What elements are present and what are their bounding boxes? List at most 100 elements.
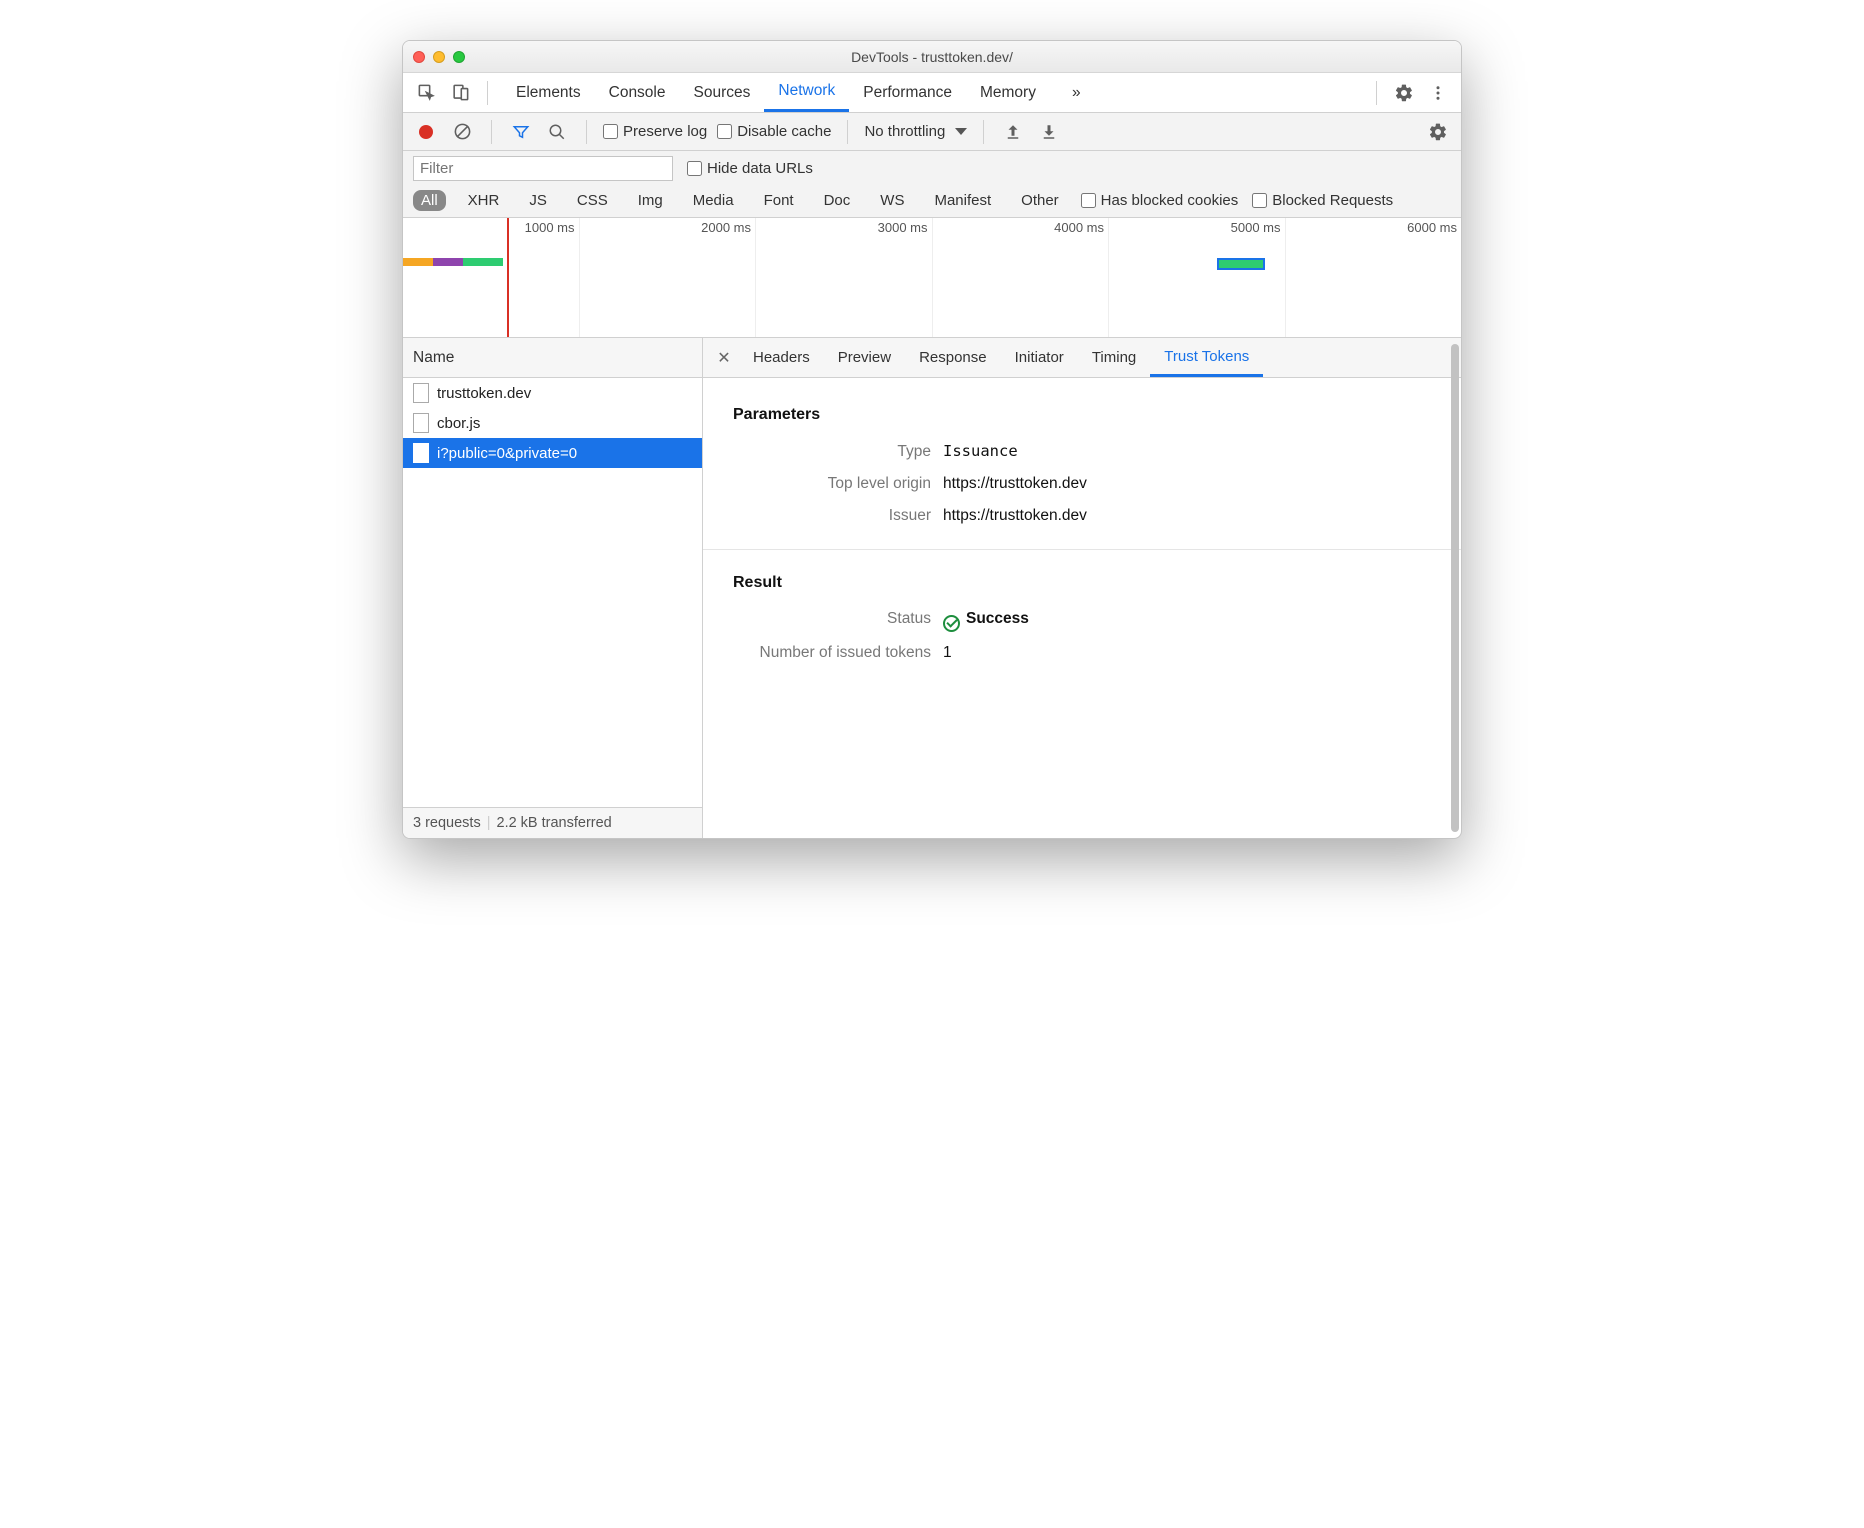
detail-tab-strip: ✕ HeadersPreviewResponseInitiatorTimingT… xyxy=(703,338,1461,378)
request-list: Name trusttoken.dev cbor.js i?public=0&pri… xyxy=(403,338,703,838)
timeline-bar xyxy=(433,258,463,266)
param-value: Issuance xyxy=(943,442,1018,460)
param-value: https://trusttoken.dev xyxy=(943,507,1087,525)
main-tab-memory[interactable]: Memory xyxy=(966,73,1050,112)
filter-pill-ws[interactable]: WS xyxy=(872,190,912,211)
main-tab-elements[interactable]: Elements xyxy=(502,73,595,112)
param-label: Type xyxy=(733,443,943,461)
main-tab-strip: ElementsConsoleSourcesNetworkPerformance… xyxy=(403,73,1461,113)
result-row-status: Status Success xyxy=(733,610,1431,630)
timeline-tick-label: 1000 ms xyxy=(525,220,575,235)
transferred-size: 2.2 kB transferred xyxy=(497,815,612,831)
separator xyxy=(847,120,848,144)
param-label: Top level origin xyxy=(733,475,943,493)
param-label: Issuer xyxy=(733,507,943,525)
preserve-log-checkbox[interactable]: Preserve log xyxy=(603,123,707,140)
request-list-header[interactable]: Name xyxy=(403,338,702,378)
has-blocked-cookies-checkbox[interactable]: Has blocked cookies xyxy=(1081,192,1239,209)
detail-panel: ✕ HeadersPreviewResponseInitiatorTimingT… xyxy=(703,338,1461,838)
filter-pill-xhr[interactable]: XHR xyxy=(460,190,508,211)
requests-count: 3 requests xyxy=(413,815,481,831)
request-name: cbor.js xyxy=(437,415,480,432)
filter-pill-img[interactable]: Img xyxy=(630,190,671,211)
timeline-tick-label: 2000 ms xyxy=(701,220,751,235)
more-tabs-button[interactable]: » xyxy=(1058,73,1095,112)
detail-tab-timing[interactable]: Timing xyxy=(1078,338,1150,377)
filter-pill-other[interactable]: Other xyxy=(1013,190,1067,211)
separator xyxy=(983,120,984,144)
filter-pill-manifest[interactable]: Manifest xyxy=(926,190,999,211)
detail-tab-initiator[interactable]: Initiator xyxy=(1001,338,1078,377)
filter-pill-js[interactable]: JS xyxy=(521,190,555,211)
device-toolbar-icon[interactable] xyxy=(447,80,473,106)
timeline-load-marker xyxy=(507,218,509,337)
filter-pill-all[interactable]: All xyxy=(413,190,446,211)
param-value: Success xyxy=(943,610,1029,630)
filter-funnel-icon[interactable] xyxy=(508,119,534,145)
request-row[interactable]: i?public=0&private=0 xyxy=(403,438,702,468)
main-tab-network[interactable]: Network xyxy=(764,73,849,112)
disable-cache-checkbox[interactable]: Disable cache xyxy=(717,123,831,140)
chevron-down-icon xyxy=(955,128,967,135)
filter-pill-doc[interactable]: Doc xyxy=(816,190,859,211)
filter-pill-css[interactable]: CSS xyxy=(569,190,616,211)
file-icon xyxy=(413,413,429,433)
param-label: Status xyxy=(733,610,943,628)
filter-input[interactable] xyxy=(413,156,673,181)
separator xyxy=(491,120,492,144)
filter-pill-font[interactable]: Font xyxy=(756,190,802,211)
kebab-menu-icon[interactable] xyxy=(1425,80,1451,106)
timeline-tick-label: 6000 ms xyxy=(1407,220,1457,235)
param-value: https://trusttoken.dev xyxy=(943,475,1087,493)
request-name: trusttoken.dev xyxy=(437,385,531,402)
filter-pill-media[interactable]: Media xyxy=(685,190,742,211)
detail-tab-preview[interactable]: Preview xyxy=(824,338,905,377)
param-row-top-origin: Top level origin https://trusttoken.dev xyxy=(733,475,1431,493)
content-split: Name trusttoken.dev cbor.js i?public=0&pri… xyxy=(403,338,1461,838)
search-icon[interactable] xyxy=(544,119,570,145)
parameters-title: Parameters xyxy=(733,406,1431,424)
request-row[interactable]: cbor.js xyxy=(403,408,702,438)
throttling-select[interactable]: No throttling xyxy=(864,123,967,140)
result-row-tokens: Number of issued tokens 1 xyxy=(733,644,1431,662)
main-tab-sources[interactable]: Sources xyxy=(680,73,765,112)
param-value: 1 xyxy=(943,644,952,662)
timeline-tick-label: 5000 ms xyxy=(1231,220,1281,235)
record-button[interactable] xyxy=(413,119,439,145)
detail-body: Parameters Type Issuance Top level origi… xyxy=(703,378,1461,838)
settings-gear-icon[interactable] xyxy=(1391,80,1417,106)
filter-bar: Hide data URLs All XHR JS CSS Img Media Font Do… xyxy=(403,151,1461,218)
detail-tab-trust-tokens[interactable]: Trust Tokens xyxy=(1150,338,1263,377)
inspect-element-icon[interactable] xyxy=(413,80,439,106)
clear-icon[interactable] xyxy=(449,119,475,145)
main-tab-performance[interactable]: Performance xyxy=(849,73,966,112)
blocked-requests-checkbox[interactable]: Blocked Requests xyxy=(1252,192,1393,209)
detail-tab-headers[interactable]: Headers xyxy=(739,338,824,377)
request-list-footer: 3 requests | 2.2 kB transferred xyxy=(403,807,702,838)
detail-tab-response[interactable]: Response xyxy=(905,338,1001,377)
download-har-icon[interactable] xyxy=(1036,119,1062,145)
upload-har-icon[interactable] xyxy=(1000,119,1026,145)
scrollbar-thumb[interactable] xyxy=(1451,344,1459,832)
request-name: i?public=0&private=0 xyxy=(437,445,577,462)
timeline-tick-label: 3000 ms xyxy=(878,220,928,235)
devtools-window: DevTools - trusttoken.dev/ ElementsConso… xyxy=(402,40,1462,839)
window-title: DevTools - trusttoken.dev/ xyxy=(403,49,1461,65)
param-row-issuer: Issuer https://trusttoken.dev xyxy=(733,507,1431,525)
request-row[interactable]: trusttoken.dev xyxy=(403,378,702,408)
param-label: Number of issued tokens xyxy=(733,644,943,662)
file-icon xyxy=(413,383,429,403)
separator xyxy=(1376,81,1377,105)
hide-data-urls-checkbox[interactable]: Hide data URLs xyxy=(687,160,813,177)
file-icon xyxy=(413,443,429,463)
success-check-icon xyxy=(943,615,960,632)
close-detail-icon[interactable]: ✕ xyxy=(709,348,739,368)
network-settings-gear-icon[interactable] xyxy=(1425,119,1451,145)
main-tab-console[interactable]: Console xyxy=(595,73,680,112)
timeline-bar xyxy=(403,258,433,266)
timeline-tick-label: 4000 ms xyxy=(1054,220,1104,235)
network-toolbar: Preserve log Disable cache No throttling xyxy=(403,113,1461,151)
timeline-overview[interactable]: 1000 ms 2000 ms 3000 ms 4000 ms 5000 ms 6000 … xyxy=(403,218,1461,338)
timeline-bar xyxy=(463,258,503,266)
separator xyxy=(586,120,587,144)
